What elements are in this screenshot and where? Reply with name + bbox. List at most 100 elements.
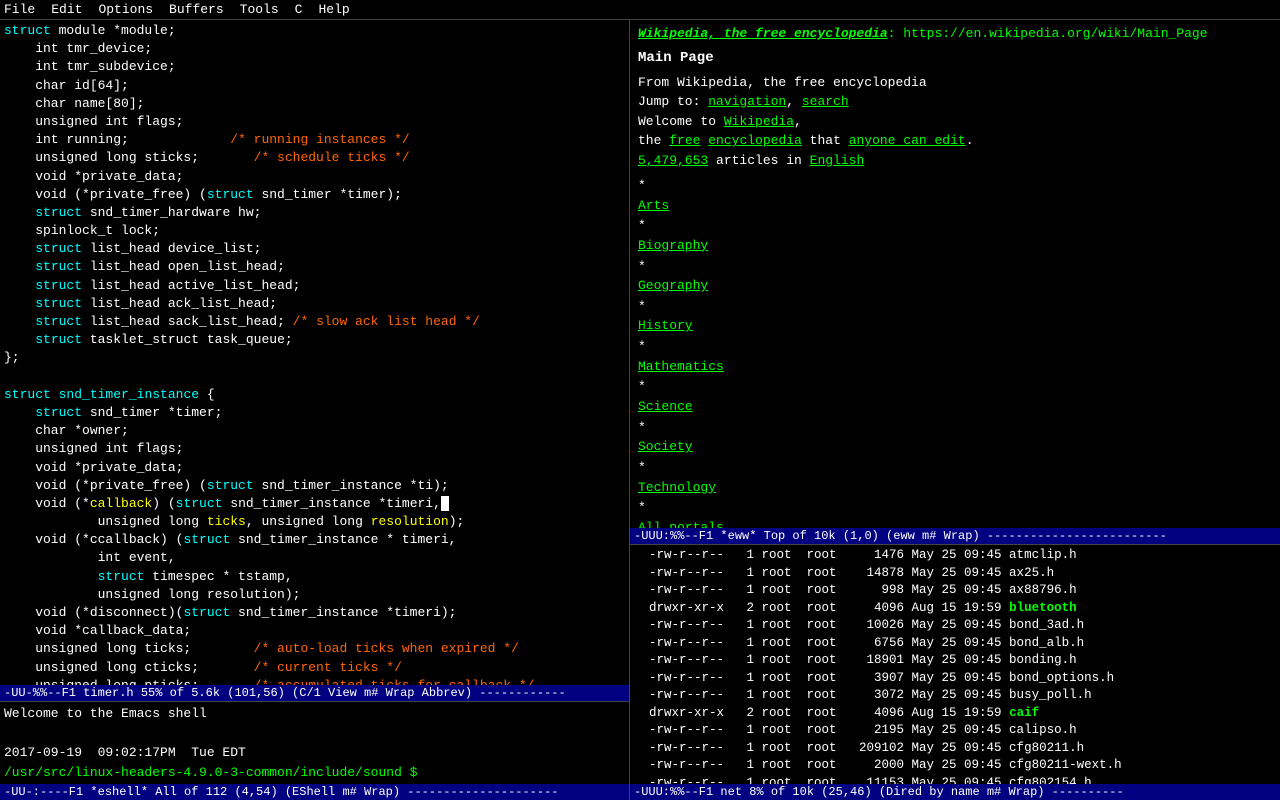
wiki-welcome: Welcome to Wikipedia, (638, 112, 1272, 132)
wiki-title-link[interactable]: Wikipedia, the free encyclopedia (638, 26, 888, 41)
wiki-all-portals-item: * All portals (638, 498, 1272, 528)
dired-line: -rw-r--r-- 1 root root 3072 May 25 09:45… (634, 687, 1276, 705)
menu-buffers[interactable]: Buffers (169, 2, 224, 17)
dired-statusbar: -UUU:%%--F1 net 8% of 10k (25,46) (Dired… (630, 784, 1280, 800)
wiki-links-list: * Arts * Biography * Geography * History… (638, 176, 1272, 528)
wiki-encyclopedia-link[interactable]: encyclopedia (708, 133, 802, 148)
dired-line: -rw-r--r-- 1 root root 209102 May 25 09:… (634, 740, 1276, 758)
right-pane: Wikipedia, the free encyclopedia: https:… (630, 20, 1280, 800)
code-line: struct list_head open_list_head; (4, 258, 625, 276)
code-statusbar: -UU-%%--F1 timer.h 55% of 5.6k (101,56) … (0, 685, 629, 701)
wiki-arts-link[interactable]: Arts (638, 196, 1272, 217)
code-line: struct list_head device_list; (4, 240, 625, 258)
code-line: spinlock_t lock; (4, 222, 625, 240)
dired-area[interactable]: -rw-r--r-- 1 root root 1476 May 25 09:45… (630, 544, 1280, 784)
wiki-all-portals-link[interactable]: All portals (638, 518, 1272, 528)
code-line: struct tasklet_struct task_queue; (4, 331, 625, 349)
code-line: struct snd_timer_hardware hw; (4, 204, 625, 222)
wiki-mathematics-link[interactable]: Mathematics (638, 357, 1272, 378)
wiki-technology-link[interactable]: Technology (638, 478, 1272, 499)
dired-line: drwxr-xr-x 2 root root 4096 Aug 15 19:59… (634, 600, 1276, 618)
code-line: struct timespec * tstamp, (4, 568, 625, 586)
code-line: unsigned long sticks; /* schedule ticks … (4, 149, 625, 167)
wiki-wikipedia-link[interactable]: Wikipedia (724, 114, 794, 129)
shell-area[interactable]: Welcome to the Emacs shell 2017-09-19 09… (0, 701, 629, 784)
wiki-link-arts: * Arts (638, 176, 1272, 216)
dired-line: -rw-r--r-- 1 root root 2195 May 25 09:45… (634, 722, 1276, 740)
shell-statusbar: -UU-:----F1 *eshell* All of 112 (4,54) (… (0, 784, 629, 800)
code-line: unsigned long cticks; /* current ticks *… (4, 659, 625, 677)
code-line: unsigned int flags; (4, 113, 625, 131)
code-line: struct list_head active_list_head; (4, 277, 625, 295)
code-line: int running; /* running instances */ (4, 131, 625, 149)
code-line: char *owner; (4, 422, 625, 440)
wiki-statusbar: -UUU:%%--F1 *eww* Top of 10k (1,0) (eww … (630, 528, 1280, 544)
code-line: unsigned long ticks, unsigned long resol… (4, 513, 625, 531)
wiki-count-link[interactable]: 5,479,653 (638, 153, 708, 168)
code-area[interactable]: struct module *module; int tmr_device; i… (0, 20, 629, 685)
menu-edit[interactable]: Edit (51, 2, 82, 17)
menu-c[interactable]: C (295, 2, 303, 17)
wiki-biography-link[interactable]: Biography (638, 236, 1272, 257)
shell-path: /usr/src/linux-headers-4.9.0-3-common/in… (4, 765, 417, 780)
code-line: unsigned long ticks; /* auto-load ticks … (4, 640, 625, 658)
dired-line: -rw-r--r-- 1 root root 3907 May 25 09:45… (634, 670, 1276, 688)
menu-options[interactable]: Options (98, 2, 153, 17)
code-line: void *private_data; (4, 168, 625, 186)
code-line: struct list_head sack_list_head; /* slow… (4, 313, 625, 331)
wiki-link-biography: * Biography (638, 216, 1272, 256)
wiki-header: Wikipedia, the free encyclopedia: https:… (638, 24, 1272, 44)
code-line: int tmr_device; (4, 40, 625, 58)
wiki-history-link[interactable]: History (638, 316, 1272, 337)
code-line: void *callback_data; (4, 622, 625, 640)
wiki-link-geography: * Geography (638, 257, 1272, 297)
wiki-link-science: * Science (638, 377, 1272, 417)
code-line: void *private_data; (4, 459, 625, 477)
dired-line: -rw-r--r-- 1 root root 1476 May 25 09:45… (634, 547, 1276, 565)
wiki-free-link[interactable]: free (669, 133, 700, 148)
wiki-desc: the free encyclopedia that anyone can ed… (638, 131, 1272, 151)
code-line: void (*disconnect)(struct snd_timer_inst… (4, 604, 625, 622)
code-line: char id[64]; (4, 77, 625, 95)
wiki-link-technology: * Technology (638, 458, 1272, 498)
wiki-english-link[interactable]: English (810, 153, 865, 168)
wiki-jump: Jump to: navigation, search (638, 92, 1272, 112)
code-line (4, 368, 625, 386)
code-line: unsigned long pticks; /* accumulated tic… (4, 677, 625, 685)
shell-blank (4, 724, 625, 744)
wiki-link-history: * History (638, 297, 1272, 337)
wiki-area[interactable]: Wikipedia, the free encyclopedia: https:… (630, 20, 1280, 528)
dired-line: -rw-r--r-- 1 root root 10026 May 25 09:4… (634, 617, 1276, 635)
wiki-nav-link[interactable]: navigation (708, 94, 786, 109)
menu-file[interactable]: File (4, 2, 35, 17)
shell-datetime: 2017-09-19 09:02:17PM Tue EDT (4, 743, 625, 763)
wiki-society-link[interactable]: Society (638, 437, 1272, 458)
menu-help[interactable]: Help (318, 2, 349, 17)
code-line: char name[80]; (4, 95, 625, 113)
main-area: struct module *module; int tmr_device; i… (0, 20, 1280, 800)
dired-line: -rw-r--r-- 1 root root 2000 May 25 09:45… (634, 757, 1276, 775)
code-line: int event, (4, 549, 625, 567)
code-line: unsigned long resolution); (4, 586, 625, 604)
wiki-search-link[interactable]: search (802, 94, 849, 109)
code-line: struct list_head ack_list_head; (4, 295, 625, 313)
wiki-intro: From Wikipedia, the free encyclopedia Ju… (638, 73, 1272, 171)
code-line: int tmr_subdevice; (4, 58, 625, 76)
wiki-anyone-link[interactable]: anyone can edit (849, 133, 966, 148)
shell-welcome: Welcome to the Emacs shell (4, 704, 625, 724)
code-line: struct module *module; (4, 22, 625, 40)
wiki-geography-link[interactable]: Geography (638, 276, 1272, 297)
dired-line: -rw-r--r-- 1 root root 14878 May 25 09:4… (634, 565, 1276, 583)
dired-line: -rw-r--r-- 1 root root 998 May 25 09:45 … (634, 582, 1276, 600)
code-line: void (*ccallback) (struct snd_timer_inst… (4, 531, 625, 549)
code-line: void (*private_free) (struct snd_timer *… (4, 186, 625, 204)
left-pane: struct module *module; int tmr_device; i… (0, 20, 630, 800)
wiki-science-link[interactable]: Science (638, 397, 1272, 418)
wiki-link-society: * Society (638, 418, 1272, 458)
wiki-from-text: From Wikipedia, the free encyclopedia (638, 73, 1272, 93)
menubar: File Edit Options Buffers Tools C Help (0, 0, 1280, 20)
menu-tools[interactable]: Tools (240, 2, 279, 17)
dired-line: -rw-r--r-- 1 root root 18901 May 25 09:4… (634, 652, 1276, 670)
wiki-count: 5,479,653 articles in English (638, 151, 1272, 171)
code-line: void (*private_free) (struct snd_timer_i… (4, 477, 625, 495)
